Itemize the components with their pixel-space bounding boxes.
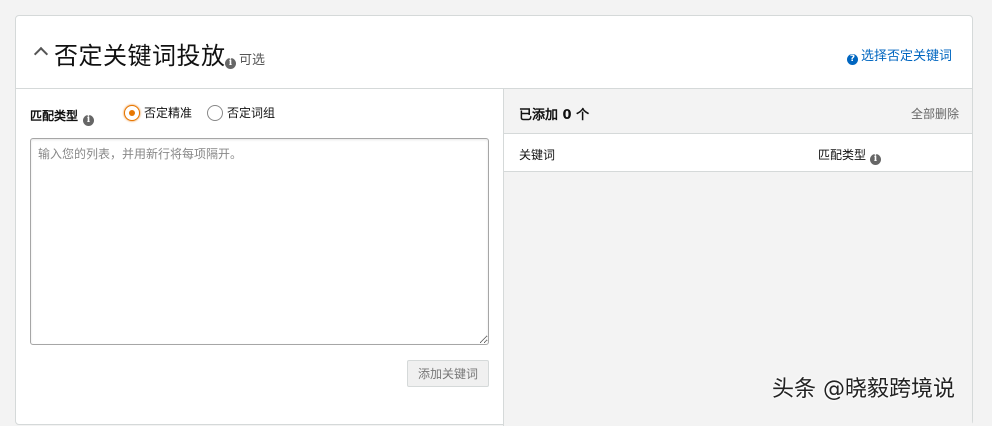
info-icon[interactable]: i [870, 154, 882, 165]
match-type-label-text: 匹配类型 [30, 109, 79, 123]
radio-label: 否定精准 [144, 106, 193, 120]
match-type-label: 匹配类型 i [30, 107, 95, 126]
table-header-row: 关键词 匹配类型 i [504, 134, 972, 172]
radio-negative-exact[interactable]: 否定精准 [124, 104, 192, 121]
radio-circle-icon[interactable] [124, 104, 140, 121]
column-header-match-type-text: 匹配类型 [818, 148, 867, 162]
select-negative-keywords-link[interactable]: ? 选择否定关键词 [846, 45, 952, 65]
page-title: 否定关键词投放 [54, 42, 226, 70]
radio-circle-icon[interactable] [207, 104, 223, 121]
optional-label: 可选 [239, 53, 266, 68]
delete-all-link[interactable]: 全部删除 [911, 105, 959, 122]
keyword-entry-section: 匹配类型 i 否定精准 否定词组 添加关键词 [16, 89, 504, 426]
info-icon[interactable]: i [225, 58, 236, 69]
keyword-list-input[interactable] [30, 138, 489, 345]
added-keywords-header: 已添加 0 个 全部删除 [504, 89, 972, 134]
radio-negative-phrase[interactable]: 否定词组 [207, 104, 275, 121]
info-icon[interactable]: i [83, 115, 95, 126]
add-keywords-button[interactable]: 添加关键词 [407, 360, 489, 387]
panel-header: 否定关键词投放 i 可选 ? 选择否定关键词 [16, 16, 972, 89]
collapse-caret-icon[interactable] [33, 46, 49, 62]
optional-indicator: i 可选 [225, 49, 265, 69]
help-link-label: 选择否定关键词 [860, 49, 952, 64]
radio-label: 否定词组 [227, 106, 276, 120]
column-header-keyword: 关键词 [519, 148, 556, 162]
column-header-match-type: 匹配类型 i [818, 146, 882, 165]
negative-keywords-panel: 否定关键词投放 i可选 ?选择否定关键词 匹配类型i 否定精准 否定词组 添加关… [15, 15, 973, 426]
added-count: 已添加 0 个 [519, 108, 590, 123]
watermark: 头条 @晓毅跨境说 [772, 377, 955, 402]
help-icon: ? [846, 54, 858, 65]
